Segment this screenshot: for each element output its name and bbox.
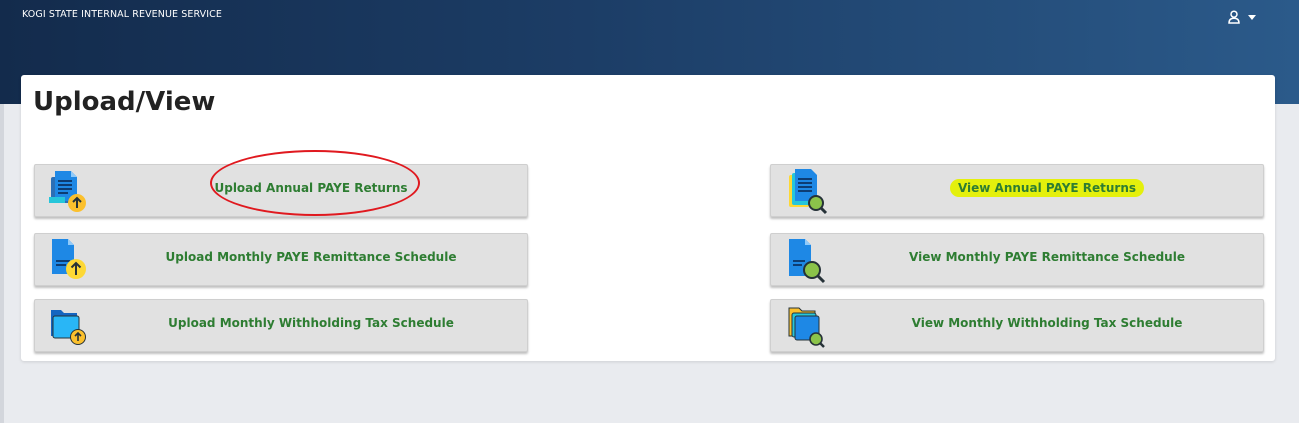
upload-annual-paye-returns-button[interactable]: Upload Annual PAYE Returns <box>34 164 528 217</box>
page-title: Upload/View <box>33 87 216 117</box>
upload-monthly-paye-remittance-schedule-label: Upload Monthly PAYE Remittance Schedule <box>165 249 457 264</box>
folder-upload-icon <box>47 302 93 350</box>
view-monthly-paye-remittance-schedule-label: View Monthly PAYE Remittance Schedule <box>909 249 1185 264</box>
upload-monthly-paye-remittance-schedule-button[interactable]: Upload Monthly PAYE Remittance Schedule <box>34 233 528 286</box>
view-monthly-withholding-tax-schedule-label: View Monthly Withholding Tax Schedule <box>911 315 1183 330</box>
user-icon <box>1228 10 1240 24</box>
upload-monthly-withholding-tax-schedule-button[interactable]: Upload Monthly Withholding Tax Schedule <box>34 299 528 352</box>
view-monthly-paye-remittance-schedule-button[interactable]: View Monthly PAYE Remittance Schedule <box>770 233 1264 286</box>
document-upload-icon <box>47 167 93 215</box>
upload-annual-paye-returns-label: Upload Annual PAYE Returns <box>214 180 408 195</box>
document-search-icon <box>783 236 829 284</box>
folder-search-icon <box>783 302 829 350</box>
view-annual-paye-returns-button[interactable]: View Annual PAYE Returns <box>770 164 1264 217</box>
view-monthly-withholding-tax-schedule-button[interactable]: View Monthly Withholding Tax Schedule <box>770 299 1264 352</box>
document-search-icon <box>783 167 829 215</box>
document-upload-icon <box>47 236 93 284</box>
sidebar-edge <box>0 104 4 423</box>
upload-monthly-withholding-tax-schedule-label: Upload Monthly Withholding Tax Schedule <box>168 315 454 330</box>
brand-name[interactable]: KOGI STATE INTERNAL REVENUE SERVICE <box>22 9 222 20</box>
caret-down-icon <box>1248 14 1256 20</box>
view-annual-paye-returns-label: View Annual PAYE Returns <box>949 178 1145 197</box>
user-menu[interactable] <box>1228 8 1268 26</box>
upload-view-card: Upload/View Upload Annual PAYE Returns U… <box>21 75 1275 361</box>
